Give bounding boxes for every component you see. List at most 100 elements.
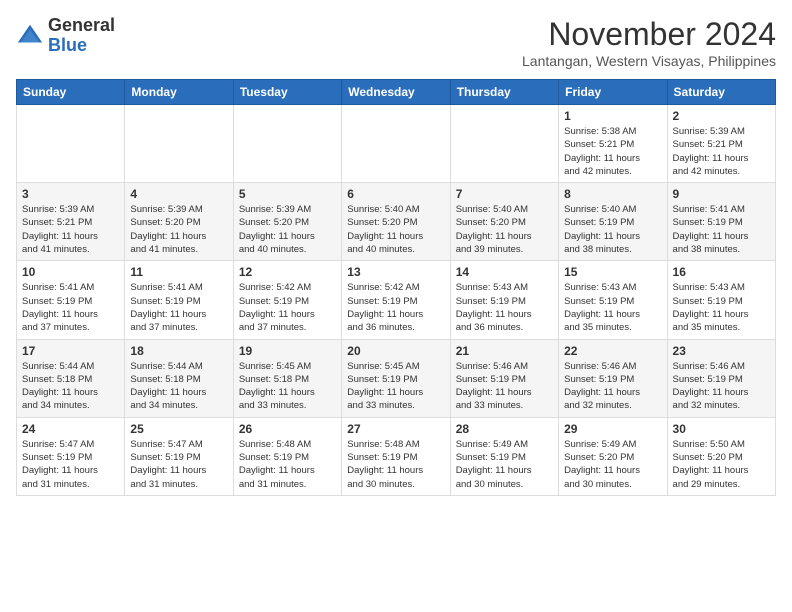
day-info: Sunrise: 5:41 AM Sunset: 5:19 PM Dayligh… [673, 203, 770, 256]
day-info: Sunrise: 5:49 AM Sunset: 5:19 PM Dayligh… [456, 438, 553, 491]
day-number: 10 [22, 265, 119, 279]
day-info: Sunrise: 5:46 AM Sunset: 5:19 PM Dayligh… [564, 360, 661, 413]
day-number: 7 [456, 187, 553, 201]
calendar-cell: 16 Sunrise: 5:43 AM Sunset: 5:19 PM Dayli… [667, 261, 775, 339]
day-number: 15 [564, 265, 661, 279]
day-info: Sunrise: 5:46 AM Sunset: 5:19 PM Dayligh… [673, 360, 770, 413]
calendar-cell: 25Sunrise: 5:47 AM Sunset: 5:19 PM Dayli… [125, 417, 233, 495]
calendar-cell [233, 105, 341, 183]
calendar-cell: 3 Sunrise: 5:39 AM Sunset: 5:21 PM Daylig… [17, 183, 125, 261]
calendar-cell: 22 Sunrise: 5:46 AM Sunset: 5:19 PM Dayli… [559, 339, 667, 417]
logo-icon [16, 22, 44, 50]
page-header: General Blue November 2024 Lantangan, We… [16, 16, 776, 69]
calendar-cell: 13Sunrise: 5:42 AM Sunset: 5:19 PM Dayli… [342, 261, 450, 339]
calendar-cell: 19 Sunrise: 5:45 AM Sunset: 5:18 PM Dayli… [233, 339, 341, 417]
day-number: 5 [239, 187, 336, 201]
day-info: Sunrise: 5:46 AM Sunset: 5:19 PM Dayligh… [456, 360, 553, 413]
month-year: November 2024 [522, 16, 776, 53]
weekday-header: Saturday [667, 80, 775, 105]
calendar-cell: 11 Sunrise: 5:41 AM Sunset: 5:19 PM Dayli… [125, 261, 233, 339]
day-info: Sunrise: 5:39 AM Sunset: 5:20 PM Dayligh… [239, 203, 336, 256]
day-info: Sunrise: 5:43 AM Sunset: 5:19 PM Dayligh… [564, 281, 661, 334]
day-info: Sunrise: 5:48 AM Sunset: 5:19 PM Dayligh… [239, 438, 336, 491]
logo: General Blue [16, 16, 115, 56]
calendar-cell: 21 Sunrise: 5:46 AM Sunset: 5:19 PM Dayli… [450, 339, 558, 417]
calendar-cell: 28 Sunrise: 5:49 AM Sunset: 5:19 PM Dayli… [450, 417, 558, 495]
day-number: 6 [347, 187, 444, 201]
day-info: Sunrise: 5:48 AM Sunset: 5:19 PM Dayligh… [347, 438, 444, 491]
logo-text: General Blue [48, 16, 115, 56]
calendar-cell: 14Sunrise: 5:43 AM Sunset: 5:19 PM Dayli… [450, 261, 558, 339]
day-info: Sunrise: 5:45 AM Sunset: 5:18 PM Dayligh… [239, 360, 336, 413]
calendar-week-row: 3 Sunrise: 5:39 AM Sunset: 5:21 PM Daylig… [17, 183, 776, 261]
day-number: 16 [673, 265, 770, 279]
day-number: 25 [130, 422, 227, 436]
day-info: Sunrise: 5:41 AM Sunset: 5:19 PM Dayligh… [22, 281, 119, 334]
day-number: 4 [130, 187, 227, 201]
weekday-header: Thursday [450, 80, 558, 105]
calendar-cell: 7 Sunrise: 5:40 AM Sunset: 5:20 PM Daylig… [450, 183, 558, 261]
calendar-cell [17, 105, 125, 183]
day-info: Sunrise: 5:43 AM Sunset: 5:19 PM Dayligh… [673, 281, 770, 334]
calendar-cell [450, 105, 558, 183]
day-number: 18 [130, 344, 227, 358]
day-number: 8 [564, 187, 661, 201]
day-number: 24 [22, 422, 119, 436]
calendar-cell: 29 Sunrise: 5:49 AM Sunset: 5:20 PM Dayli… [559, 417, 667, 495]
day-number: 26 [239, 422, 336, 436]
weekday-header: Wednesday [342, 80, 450, 105]
title-block: November 2024 Lantangan, Western Visayas… [522, 16, 776, 69]
day-info: Sunrise: 5:49 AM Sunset: 5:20 PM Dayligh… [564, 438, 661, 491]
calendar-cell: 5 Sunrise: 5:39 AM Sunset: 5:20 PM Daylig… [233, 183, 341, 261]
day-number: 29 [564, 422, 661, 436]
day-info: Sunrise: 5:47 AM Sunset: 5:19 PM Dayligh… [22, 438, 119, 491]
day-info: Sunrise: 5:41 AM Sunset: 5:19 PM Dayligh… [130, 281, 227, 334]
day-info: Sunrise: 5:44 AM Sunset: 5:18 PM Dayligh… [22, 360, 119, 413]
day-number: 19 [239, 344, 336, 358]
location: Lantangan, Western Visayas, Philippines [522, 53, 776, 69]
day-number: 1 [564, 109, 661, 123]
weekday-header: Tuesday [233, 80, 341, 105]
day-number: 3 [22, 187, 119, 201]
calendar-cell: 8 Sunrise: 5:40 AM Sunset: 5:19 PM Daylig… [559, 183, 667, 261]
day-info: Sunrise: 5:50 AM Sunset: 5:20 PM Dayligh… [673, 438, 770, 491]
day-number: 27 [347, 422, 444, 436]
day-number: 28 [456, 422, 553, 436]
calendar-cell [125, 105, 233, 183]
weekday-header: Monday [125, 80, 233, 105]
day-number: 12 [239, 265, 336, 279]
calendar-cell: 10 Sunrise: 5:41 AM Sunset: 5:19 PM Dayli… [17, 261, 125, 339]
day-number: 23 [673, 344, 770, 358]
calendar-week-row: 24 Sunrise: 5:47 AM Sunset: 5:19 PM Dayli… [17, 417, 776, 495]
logo-general: General [48, 16, 115, 36]
day-info: Sunrise: 5:39 AM Sunset: 5:21 PM Dayligh… [673, 125, 770, 178]
day-number: 22 [564, 344, 661, 358]
day-info: Sunrise: 5:40 AM Sunset: 5:19 PM Dayligh… [564, 203, 661, 256]
calendar-table: SundayMondayTuesdayWednesdayThursdayFrid… [16, 79, 776, 496]
calendar-cell: 30Sunrise: 5:50 AM Sunset: 5:20 PM Dayli… [667, 417, 775, 495]
calendar-week-row: 10 Sunrise: 5:41 AM Sunset: 5:19 PM Dayli… [17, 261, 776, 339]
calendar-cell: 26 Sunrise: 5:48 AM Sunset: 5:19 PM Dayli… [233, 417, 341, 495]
calendar-cell: 23 Sunrise: 5:46 AM Sunset: 5:19 PM Dayli… [667, 339, 775, 417]
day-info: Sunrise: 5:40 AM Sunset: 5:20 PM Dayligh… [347, 203, 444, 256]
calendar-cell [342, 105, 450, 183]
day-info: Sunrise: 5:44 AM Sunset: 5:18 PM Dayligh… [130, 360, 227, 413]
day-number: 9 [673, 187, 770, 201]
day-number: 21 [456, 344, 553, 358]
day-number: 2 [673, 109, 770, 123]
day-info: Sunrise: 5:45 AM Sunset: 5:19 PM Dayligh… [347, 360, 444, 413]
day-info: Sunrise: 5:38 AM Sunset: 5:21 PM Dayligh… [564, 125, 661, 178]
day-info: Sunrise: 5:43 AM Sunset: 5:19 PM Dayligh… [456, 281, 553, 334]
calendar-cell: 6 Sunrise: 5:40 AM Sunset: 5:20 PM Daylig… [342, 183, 450, 261]
calendar-cell: 9 Sunrise: 5:41 AM Sunset: 5:19 PM Daylig… [667, 183, 775, 261]
calendar-cell: 20 Sunrise: 5:45 AM Sunset: 5:19 PM Dayli… [342, 339, 450, 417]
day-info: Sunrise: 5:39 AM Sunset: 5:21 PM Dayligh… [22, 203, 119, 256]
weekday-header: Sunday [17, 80, 125, 105]
day-number: 11 [130, 265, 227, 279]
calendar-header-row: SundayMondayTuesdayWednesdayThursdayFrid… [17, 80, 776, 105]
day-info: Sunrise: 5:40 AM Sunset: 5:20 PM Dayligh… [456, 203, 553, 256]
calendar-cell: 4Sunrise: 5:39 AM Sunset: 5:20 PM Daylig… [125, 183, 233, 261]
day-info: Sunrise: 5:42 AM Sunset: 5:19 PM Dayligh… [347, 281, 444, 334]
calendar-cell: 18 Sunrise: 5:44 AM Sunset: 5:18 PM Dayli… [125, 339, 233, 417]
day-number: 20 [347, 344, 444, 358]
